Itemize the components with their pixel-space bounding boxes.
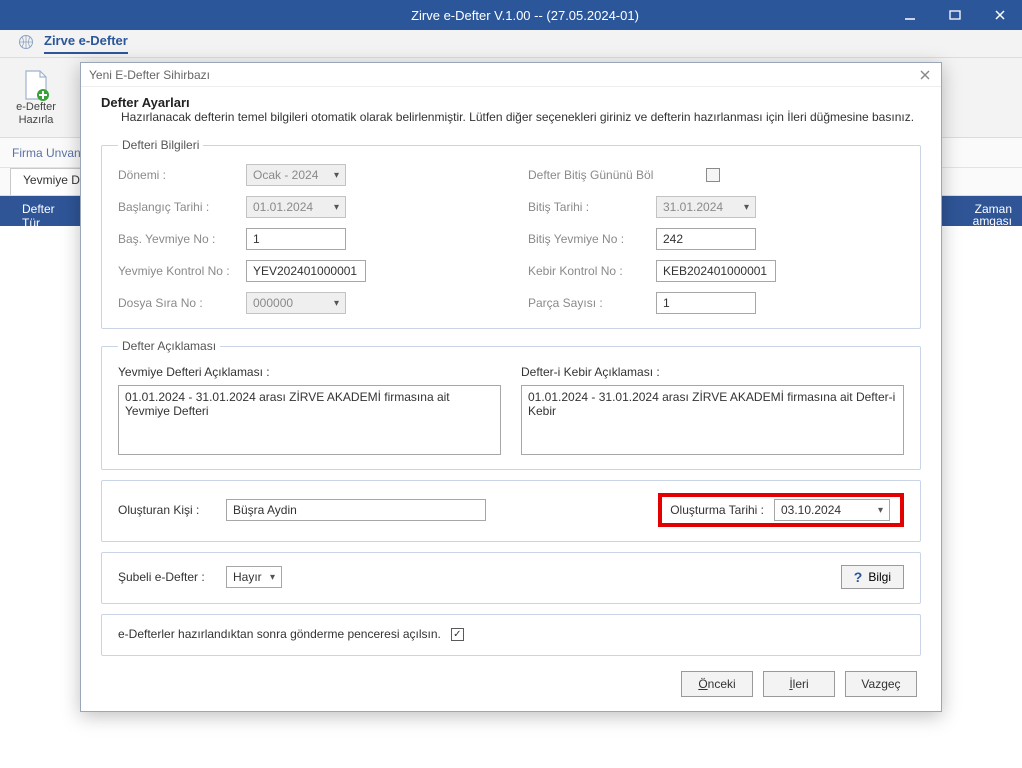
yevmiye-control-field: Yevmiye Kontrol No : <box>118 260 498 282</box>
yevmiye-control-input[interactable] <box>246 260 366 282</box>
col-zaman-damgasi: Zaman amgası <box>963 196 1022 226</box>
ribbon-tabs: Zirve e-Defter <box>0 30 1022 58</box>
modal-description: Hazırlanacak defterin temel bilgileri ot… <box>121 110 927 124</box>
cancel-button[interactable]: Vazgeç <box>845 671 917 697</box>
modal-close-button[interactable] <box>915 65 935 85</box>
period-field: Dönemi : Ocak - 2024▾ <box>118 164 498 186</box>
kebir-control-field: Kebir Kontrol No : <box>528 260 904 282</box>
kebir-desc-label: Defter-i Kebir Açıklaması : <box>521 365 904 379</box>
app-icon-small <box>0 8 28 22</box>
modal-heading: Defter Ayarları <box>101 95 927 110</box>
split-end-day-checkbox[interactable] <box>706 168 720 182</box>
end-date-field: Bitiş Tarihi : 31.01.2024▾ <box>528 196 904 218</box>
file-seq-combo[interactable]: 000000▾ <box>246 292 346 314</box>
end-yevmiye-label: Bitiş Yevmiye No : <box>528 232 648 246</box>
start-yevmiye-label: Baş. Yevmiye No : <box>118 232 238 246</box>
yevmiye-desc-textarea[interactable]: 01.01.2024 - 31.01.2024 arası ZİRVE AKAD… <box>118 385 501 455</box>
part-count-input[interactable] <box>656 292 756 314</box>
info-button[interactable]: ? Bilgi <box>841 565 904 589</box>
maximize-button[interactable] <box>932 0 977 30</box>
new-document-plus-icon <box>20 69 52 101</box>
window-title: Zirve e-Defter V.1.00 -- (27.05.2024-01) <box>28 8 1022 23</box>
start-date-label: Başlangıç Tarihi : <box>118 200 238 214</box>
file-seq-label: Dosya Sıra No : <box>118 296 238 310</box>
branch-field: Şubeli e-Defter : Hayır▾ <box>118 566 282 588</box>
period-combo[interactable]: Ocak - 2024▾ <box>246 164 346 186</box>
window-titlebar: Zirve e-Defter V.1.00 -- (27.05.2024-01) <box>0 0 1022 30</box>
group-after-prepare: e-Defterler hazırlandıktan sonra gönderm… <box>101 614 921 656</box>
branch-combo[interactable]: Hayır▾ <box>226 566 282 588</box>
yevmiye-control-label: Yevmiye Kontrol No : <box>118 264 238 278</box>
end-date-label: Bitiş Tarihi : <box>528 200 648 214</box>
minimize-button[interactable] <box>887 0 932 30</box>
col-defter-tur: Defter Tür <box>12 196 82 226</box>
start-yevmiye-field: Baş. Yevmiye No : <box>118 228 498 250</box>
firma-label: Firma Unvan <box>12 146 81 160</box>
prepare-edefter-button[interactable]: e-Defter Hazırla <box>8 62 64 133</box>
next-button[interactable]: İleri <box>763 671 835 697</box>
chevron-down-icon: ▾ <box>334 298 339 309</box>
modal-header: Defter Ayarları Hazırlanacak defterin te… <box>81 87 941 138</box>
branch-label: Şubeli e-Defter : <box>118 570 218 584</box>
split-end-day-field: Defter Bitiş Gününü Böl <box>528 164 904 186</box>
part-count-field: Parça Sayısı : <box>528 292 904 314</box>
end-yevmiye-input[interactable] <box>656 228 756 250</box>
chevron-down-icon: ▾ <box>334 170 339 181</box>
chevron-down-icon: ▾ <box>334 202 339 213</box>
new-edefter-wizard-modal: Yeni E-Defter Sihirbazı Defter Ayarları … <box>80 62 942 712</box>
ribbon-tab-active[interactable]: Zirve e-Defter <box>44 33 128 54</box>
chevron-down-icon: ▾ <box>878 505 883 516</box>
modal-titlebar: Yeni E-Defter Sihirbazı <box>81 63 941 87</box>
part-count-label: Parça Sayısı : <box>528 296 648 310</box>
group-creator: Oluşturan Kişi : Oluşturma Tarihi : 03.1… <box>101 480 921 542</box>
question-icon: ? <box>854 569 863 585</box>
kebir-desc-textarea[interactable]: 01.01.2024 - 31.01.2024 arası ZİRVE AKAD… <box>521 385 904 455</box>
legend-defter-bilgileri: Defteri Bilgileri <box>118 138 203 152</box>
after-prepare-label: e-Defterler hazırlandıktan sonra gönderm… <box>118 627 441 641</box>
file-seq-field: Dosya Sıra No : 000000▾ <box>118 292 498 314</box>
chevron-down-icon: ▾ <box>270 572 275 583</box>
previous-button[interactable]: Önceki <box>681 671 753 697</box>
creator-input[interactable] <box>226 499 486 521</box>
group-defter-aciklamasi: Defter Açıklaması Yevmiye Defteri Açıkla… <box>101 339 921 470</box>
modal-title-text: Yeni E-Defter Sihirbazı <box>89 68 210 82</box>
yevmiye-desc-label: Yevmiye Defteri Açıklaması : <box>118 365 501 379</box>
kebir-control-label: Kebir Kontrol No : <box>528 264 648 278</box>
group-branch: Şubeli e-Defter : Hayır▾ ? Bilgi <box>101 552 921 604</box>
group-defter-bilgileri: Defteri Bilgileri Dönemi : Ocak - 2024▾ … <box>101 138 921 329</box>
creation-date-label: Oluşturma Tarihi : <box>670 503 764 517</box>
info-button-label: Bilgi <box>868 570 891 584</box>
wizard-footer: Önceki İleri Vazgeç <box>681 671 917 697</box>
start-yevmiye-input[interactable] <box>246 228 346 250</box>
start-date-field: Başlangıç Tarihi : 01.01.2024▾ <box>118 196 498 218</box>
kebir-control-input[interactable] <box>656 260 776 282</box>
legend-defter-aciklamasi: Defter Açıklaması <box>118 339 220 353</box>
prepare-edefter-label: e-Defter Hazırla <box>11 101 61 125</box>
globe-icon <box>18 34 34 53</box>
after-prepare-checkbox[interactable]: ✓ <box>451 628 464 641</box>
chevron-down-icon: ▾ <box>744 202 749 213</box>
creation-date-highlight: Oluşturma Tarihi : 03.10.2024 ▾ <box>658 493 904 527</box>
split-end-day-label: Defter Bitiş Gününü Böl <box>528 168 698 182</box>
start-date-combo[interactable]: 01.01.2024▾ <box>246 196 346 218</box>
creator-field: Oluşturan Kişi : <box>118 499 486 521</box>
period-label: Dönemi : <box>118 168 238 182</box>
close-button[interactable] <box>977 0 1022 30</box>
end-date-combo[interactable]: 31.01.2024▾ <box>656 196 756 218</box>
end-yevmiye-field: Bitiş Yevmiye No : <box>528 228 904 250</box>
creator-label: Oluşturan Kişi : <box>118 503 218 517</box>
creation-date-combo[interactable]: 03.10.2024 ▾ <box>774 499 890 521</box>
